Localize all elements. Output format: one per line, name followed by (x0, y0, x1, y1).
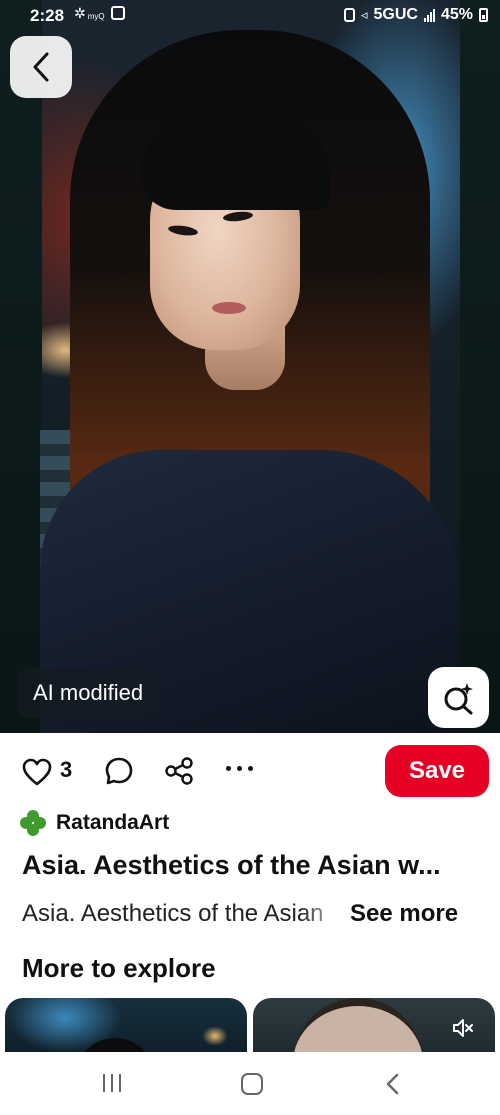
see-more-link[interactable]: See more (350, 900, 458, 928)
system-nav-bar (0, 1052, 500, 1115)
status-right: ◃ 5GUC 45% (343, 6, 488, 24)
back-button[interactable] (10, 36, 72, 98)
more-to-explore-title: More to explore (22, 953, 216, 983)
pin-description: Asia. Aesthetics of the Asian (22, 900, 324, 927)
comment-icon[interactable] (104, 756, 134, 786)
visual-search-button[interactable] (428, 667, 489, 728)
mute-icon[interactable] (451, 1016, 475, 1040)
signal-icon (423, 8, 435, 22)
explore-thumbnail[interactable] (253, 998, 495, 1058)
heart-icon[interactable] (22, 758, 52, 786)
weather-icon: ✲ (74, 4, 86, 21)
network-label: 5GUC (373, 6, 418, 23)
save-button[interactable]: Save (385, 745, 489, 797)
ai-modified-badge[interactable]: AI modified (18, 668, 159, 718)
thumbnail-figure (293, 998, 423, 1058)
status-bar: 2:28 ✲ myQ ◃ 5GUC 45% (0, 0, 500, 34)
nav-back-icon[interactable] (384, 1072, 400, 1096)
more-icon[interactable] (226, 766, 253, 771)
creator-name[interactable]: RatandaArt (56, 811, 169, 835)
sim-icon (343, 8, 355, 22)
home-button[interactable] (241, 1073, 263, 1095)
vibrate-icon: ◃ (360, 7, 368, 22)
share-icon[interactable] (163, 756, 195, 786)
recents-button[interactable] (103, 1074, 121, 1092)
clover-icon (20, 810, 46, 836)
figure-lips (212, 302, 246, 314)
myq-label: myQ (87, 12, 105, 21)
pin-image[interactable] (0, 0, 500, 733)
creator-row[interactable]: RatandaArt (20, 808, 169, 838)
battery-percent: 45% (440, 6, 473, 23)
action-row: 3 Save (0, 742, 500, 800)
chevron-left-icon (33, 52, 49, 82)
ai-modified-label: AI modified (33, 680, 144, 705)
image-border-right (460, 0, 500, 733)
visual-search-icon (444, 682, 473, 714)
status-notification-icons: ✲ myQ (74, 4, 125, 21)
figure-bangs (140, 120, 330, 210)
status-time: 2:28 (30, 6, 65, 25)
like-count: 3 (60, 757, 73, 782)
description-fade (300, 898, 348, 932)
explore-thumbnail[interactable] (5, 998, 247, 1058)
pin-title: Asia. Aesthetics of the Asian w... (22, 850, 441, 880)
image-border-left (0, 0, 42, 733)
battery-icon (479, 8, 488, 22)
gallery-icon (110, 5, 125, 20)
